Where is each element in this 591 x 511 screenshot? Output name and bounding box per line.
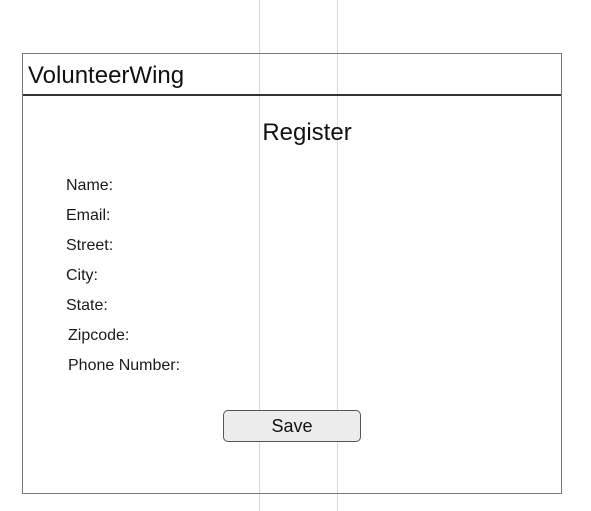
email-label: Email: [66, 207, 111, 224]
app-title: VolunteerWing [28, 62, 185, 89]
app-window: VolunteerWing Register Name: Email: Stre… [22, 53, 562, 494]
save-button[interactable]: Save [223, 410, 361, 442]
zipcode-label: Zipcode: [68, 327, 130, 344]
city-label: City: [66, 267, 98, 284]
header-bar: VolunteerWing [23, 54, 561, 96]
phone-number-label: Phone Number: [68, 357, 181, 374]
state-label: State: [66, 297, 108, 314]
page-title: Register [262, 119, 352, 146]
street-label: Street: [66, 237, 114, 254]
name-label: Name: [66, 177, 114, 194]
